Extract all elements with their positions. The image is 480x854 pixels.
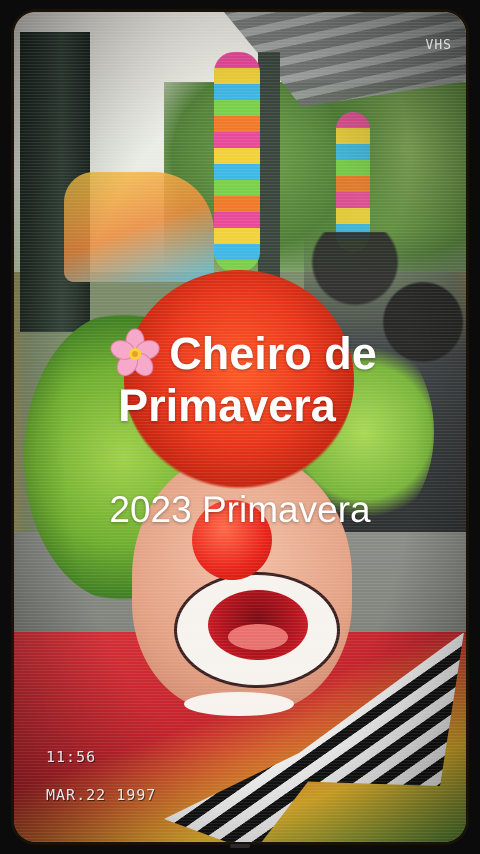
subtitle: 2023 Primavera [109, 489, 371, 530]
vhs-label: VHS [425, 38, 452, 53]
mid-pillar [258, 52, 280, 292]
bottom-indicator [230, 844, 250, 848]
title-text-line-1: Cheiro de [169, 328, 377, 379]
clown-tongue [228, 624, 288, 650]
title-text-line-2: Primavera [118, 380, 336, 431]
title-line-1: Cheiro de [50, 328, 430, 380]
timestamp-time: 11:56 [46, 748, 97, 766]
balloon-column [336, 112, 370, 252]
bouncy-castle [64, 172, 214, 282]
cherry-blossom-icon [103, 328, 167, 380]
title: Cheiro de Primavera [50, 328, 430, 432]
timestamp-date: MAR.22 1997 [46, 786, 157, 804]
balloon-column [214, 52, 260, 272]
clown-collar [184, 692, 294, 716]
